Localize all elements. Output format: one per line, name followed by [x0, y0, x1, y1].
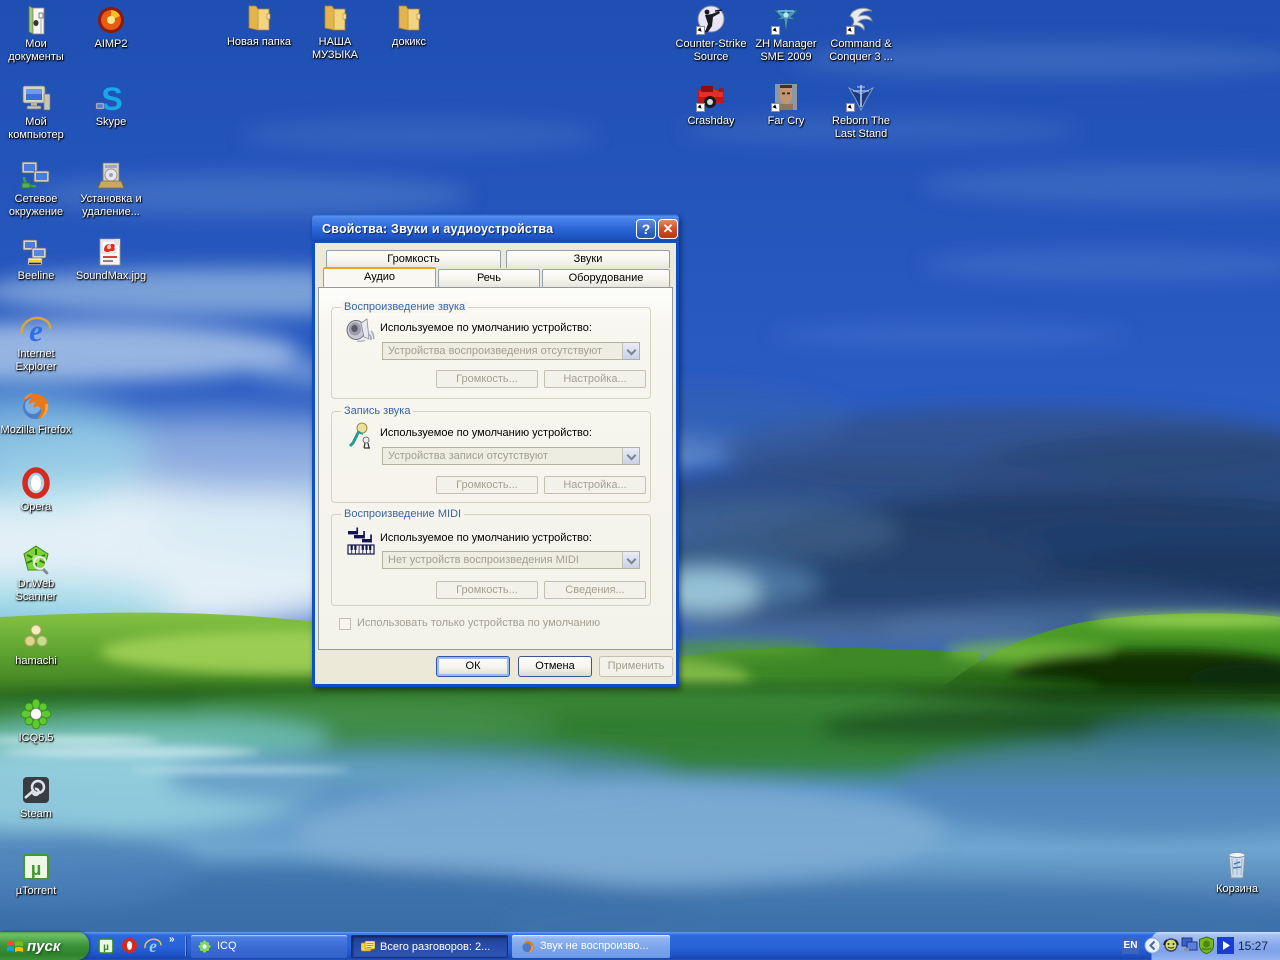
svg-text:µ: µ	[31, 859, 41, 879]
svg-text:µ: µ	[103, 942, 109, 953]
svg-text:S: S	[101, 82, 122, 114]
